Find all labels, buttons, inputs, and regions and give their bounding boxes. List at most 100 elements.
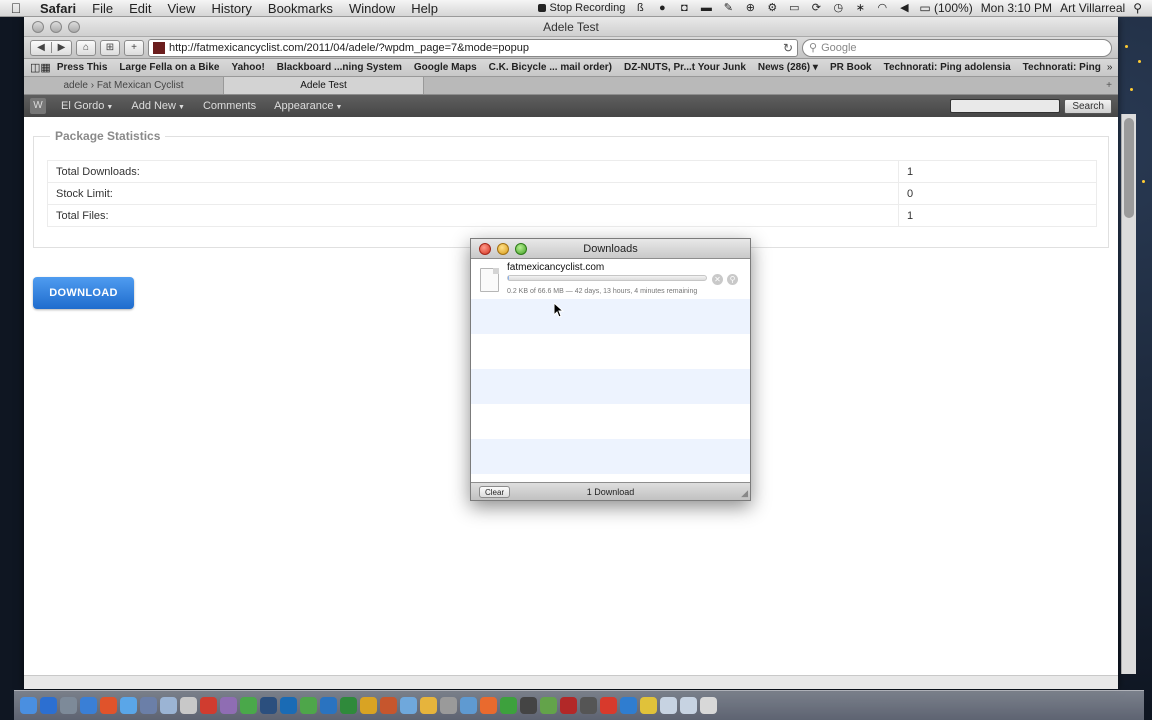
app-icon[interactable]: ◘ bbox=[677, 2, 691, 14]
dreamweaver-icon[interactable] bbox=[300, 697, 317, 714]
trash-icon[interactable] bbox=[700, 697, 717, 714]
script-icon[interactable]: ß bbox=[633, 2, 647, 14]
scrollbar-thumb[interactable] bbox=[1124, 118, 1134, 218]
filezilla-icon[interactable] bbox=[600, 697, 617, 714]
camera-icon[interactable] bbox=[520, 697, 537, 714]
clock[interactable]: Mon 3:10 PM bbox=[981, 1, 1052, 15]
ical-icon[interactable] bbox=[160, 697, 177, 714]
bookmark-item[interactable]: Large Fella on a Bike bbox=[113, 62, 225, 73]
search-field[interactable]: ⚲ Google bbox=[802, 38, 1112, 57]
bluetooth-icon[interactable]: ∗ bbox=[853, 2, 867, 14]
menu-bookmarks[interactable]: Bookmarks bbox=[260, 1, 341, 16]
menu-help[interactable]: Help bbox=[403, 1, 446, 16]
safari-icon[interactable] bbox=[40, 697, 57, 714]
vertical-scrollbar[interactable] bbox=[1121, 114, 1136, 674]
bookmark-item[interactable]: PR Book bbox=[824, 62, 878, 73]
more-bookmarks-icon[interactable]: » bbox=[1107, 62, 1113, 73]
skype-icon[interactable] bbox=[400, 697, 417, 714]
system-preferences-icon[interactable] bbox=[60, 697, 77, 714]
powerpoint-icon[interactable] bbox=[380, 697, 397, 714]
firefox-icon[interactable] bbox=[100, 697, 117, 714]
menu-view[interactable]: View bbox=[160, 1, 204, 16]
menu-edit[interactable]: Edit bbox=[121, 1, 159, 16]
menu-app-name[interactable]: Safari bbox=[32, 1, 84, 16]
battery-indicator[interactable]: ▭ (100%) bbox=[919, 1, 972, 15]
app-icon[interactable] bbox=[560, 697, 577, 714]
user-name[interactable]: Art Villarreal bbox=[1060, 1, 1125, 15]
lifesaver-icon[interactable]: ⊕ bbox=[743, 2, 757, 14]
wordpress-logo-icon[interactable]: W bbox=[30, 98, 46, 114]
gear-icon[interactable]: ⚙ bbox=[765, 2, 779, 14]
documents-stack-icon[interactable] bbox=[680, 697, 697, 714]
stickies-icon[interactable] bbox=[640, 697, 657, 714]
menu-file[interactable]: File bbox=[84, 1, 121, 16]
stop-download-icon[interactable]: ✕ bbox=[712, 274, 723, 285]
admin-menu-appearance[interactable]: Appearance ▼ bbox=[265, 100, 351, 112]
mail-icon[interactable] bbox=[120, 697, 137, 714]
horizontal-scrollbar[interactable] bbox=[24, 675, 1118, 689]
stop-recording-item[interactable]: Stop Recording bbox=[538, 2, 625, 14]
admin-search-input[interactable] bbox=[950, 99, 1061, 113]
finder-icon[interactable] bbox=[20, 697, 37, 714]
home-button[interactable]: ⌂ bbox=[76, 39, 96, 56]
app-store-icon[interactable] bbox=[80, 697, 97, 714]
lightroom-icon[interactable] bbox=[260, 697, 277, 714]
bookmark-item[interactable]: C.K. Bicycle ... mail order) bbox=[483, 62, 618, 73]
preview-icon[interactable] bbox=[180, 697, 197, 714]
photo-booth-icon[interactable] bbox=[200, 697, 217, 714]
reveal-in-finder-icon[interactable]: ⚲ bbox=[727, 274, 738, 285]
wifi-icon[interactable]: ◠ bbox=[875, 2, 889, 14]
tab-adele-test[interactable]: Adele Test bbox=[224, 77, 424, 94]
outlook-icon[interactable] bbox=[360, 697, 377, 714]
resize-grip-icon[interactable]: ◢ bbox=[741, 488, 748, 499]
bookmark-item[interactable]: News (286) ▾ bbox=[752, 62, 824, 73]
zoom-button[interactable] bbox=[68, 20, 80, 33]
bookmark-item[interactable]: Google Maps bbox=[408, 62, 483, 73]
chat-icon[interactable] bbox=[500, 697, 517, 714]
word-icon[interactable] bbox=[320, 697, 337, 714]
bookmarks-button[interactable]: ⊞ bbox=[100, 39, 120, 56]
admin-menu-comments[interactable]: Comments bbox=[194, 100, 265, 112]
screen-recorder-icon[interactable] bbox=[580, 697, 597, 714]
minimize-button[interactable] bbox=[497, 242, 509, 255]
bookmark-item[interactable]: Blackboard ...ning System bbox=[271, 62, 408, 73]
folder-icon[interactable]: ▬ bbox=[699, 2, 713, 14]
address-bar[interactable]: http://fatmexicancyclist.com/2011/04/ade… bbox=[148, 38, 798, 57]
admin-search-button[interactable]: Search bbox=[1064, 98, 1112, 114]
record-icon[interactable]: ● bbox=[655, 2, 669, 14]
forward-button[interactable]: ▶ bbox=[51, 42, 71, 53]
close-button[interactable] bbox=[479, 242, 491, 255]
close-button[interactable] bbox=[32, 20, 44, 33]
evernote-icon[interactable] bbox=[540, 697, 557, 714]
admin-menu-add-new[interactable]: Add New ▼ bbox=[122, 100, 194, 112]
minimize-button[interactable] bbox=[50, 20, 62, 33]
display-icon[interactable]: ▭ bbox=[787, 2, 801, 14]
time-machine-icon[interactable]: ◷ bbox=[831, 2, 845, 14]
volume-icon[interactable]: ◀ bbox=[897, 2, 911, 14]
download-button[interactable]: DOWNLOAD bbox=[33, 277, 134, 309]
spotlight-icon[interactable]: ⚲ bbox=[1133, 1, 1142, 15]
menu-history[interactable]: History bbox=[203, 1, 259, 16]
address-book-icon[interactable] bbox=[140, 697, 157, 714]
pen-icon[interactable]: ✎ bbox=[721, 2, 735, 14]
bookmark-item[interactable]: Technorati: Ping bbox=[1017, 62, 1107, 73]
bookmark-item[interactable]: Press This bbox=[51, 62, 114, 73]
bookmark-item[interactable]: Technorati: Ping adolensia bbox=[878, 62, 1017, 73]
tab-adele-fat-mexican-cyclist[interactable]: adele › Fat Mexican Cyclist bbox=[24, 77, 224, 94]
itunes-icon[interactable] bbox=[220, 697, 237, 714]
sync-icon[interactable]: ⟳ bbox=[809, 2, 823, 14]
admin-menu-site[interactable]: El Gordo ▼ bbox=[52, 100, 122, 112]
back-button[interactable]: ◀ bbox=[31, 42, 51, 53]
chrome-icon[interactable] bbox=[620, 697, 637, 714]
terminal-icon[interactable] bbox=[440, 697, 457, 714]
notes-icon[interactable] bbox=[420, 697, 437, 714]
clear-button[interactable]: Clear bbox=[479, 485, 511, 498]
excel-icon[interactable] bbox=[340, 697, 357, 714]
facetime-icon[interactable] bbox=[240, 697, 257, 714]
zoom-button[interactable] bbox=[515, 242, 527, 255]
add-bookmark-button[interactable]: + bbox=[124, 39, 144, 56]
download-item[interactable]: fatmexicancyclist.com ✕ ⚲ 0.2 KB of 66.6… bbox=[471, 259, 750, 299]
reading-list-icon[interactable]: ◫ bbox=[30, 61, 40, 74]
top-sites-icon[interactable]: ▦ bbox=[40, 61, 50, 74]
textedit-icon[interactable] bbox=[460, 697, 477, 714]
